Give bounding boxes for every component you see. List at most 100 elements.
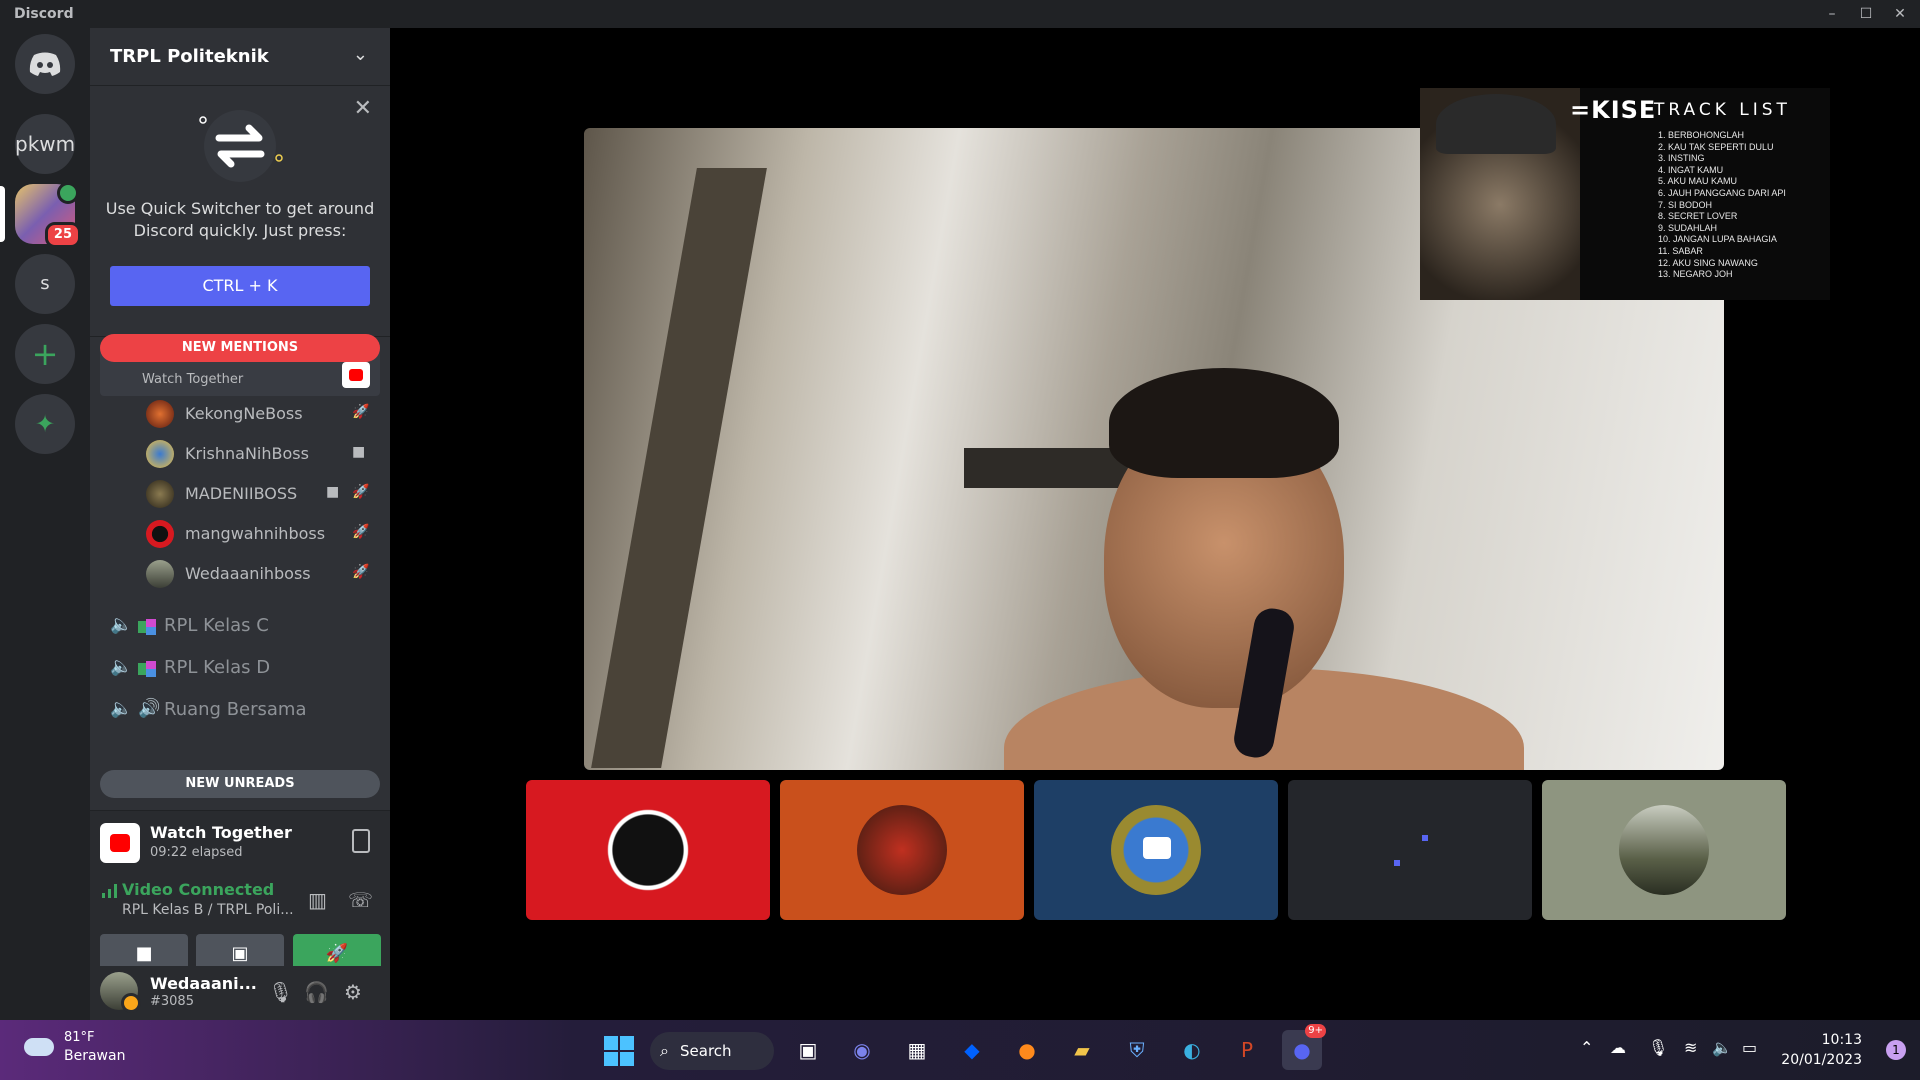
volume-icon[interactable]: 🔈	[1712, 1038, 1732, 1057]
dropbox-icon[interactable]: ◆	[952, 1030, 992, 1070]
voice-user[interactable]: mangwahnihboss 🚀	[130, 518, 380, 550]
youtube-icon	[342, 362, 370, 388]
maximize-button[interactable]: ☐	[1856, 4, 1876, 24]
windows-logo-tile	[620, 1052, 634, 1066]
track-item: 10. JANGAN LUPA BAHAGIA	[1658, 234, 1777, 245]
teams-chat-icon[interactable]: ◉	[842, 1030, 882, 1070]
voice-user[interactable]: Wedaaanihboss 🚀	[130, 558, 380, 590]
weather-condition: Berawan	[64, 1048, 126, 1064]
start-button[interactable]	[604, 1036, 634, 1066]
activity-elapsed: 09:22 elapsed	[150, 845, 243, 860]
voice-location[interactable]: RPL Kelas B / TRPL Poli...	[122, 902, 294, 918]
background-stair	[591, 168, 767, 768]
camera-avatar	[1111, 805, 1201, 895]
participant-tile[interactable]	[1542, 780, 1786, 920]
task-view-icon[interactable]: ▣	[788, 1030, 828, 1070]
minimize-button[interactable]: –	[1822, 4, 1842, 24]
title-bar: Discord – ☐ ✕	[0, 0, 1920, 28]
my-username[interactable]: Wedaaani...	[150, 974, 257, 993]
channel-name: RPL Kelas C	[164, 615, 269, 636]
file-explorer-icon[interactable]: ▰	[1062, 1030, 1102, 1070]
track-item: 13. NEGARO JOH	[1658, 269, 1733, 280]
track-item: 6. JAUH PANGGANG DARI API	[1658, 187, 1786, 198]
battery-icon[interactable]: ▭	[1742, 1038, 1757, 1057]
voice-user[interactable]: KrishnaNihBoss ■	[130, 438, 380, 470]
youtube-icon	[100, 823, 140, 863]
voice-channel[interactable]: 🔈 🔊 Ruang Bersama	[100, 692, 380, 728]
new-mentions-pill[interactable]: NEW MENTIONS	[100, 334, 380, 362]
discord-taskbar-icon[interactable]: ● 9+	[1282, 1024, 1326, 1070]
app-title: Discord	[14, 6, 74, 22]
participant-tile[interactable]	[1288, 780, 1532, 920]
close-window-button[interactable]: ✕	[1890, 4, 1910, 24]
quick-switcher-card: ✕ Use Quick Switcher to get around Disco…	[90, 86, 390, 326]
speaker-icon: 🔈	[110, 698, 133, 719]
defender-icon[interactable]: ⛨	[1117, 1030, 1157, 1070]
store-icon[interactable]: ▦	[897, 1030, 937, 1070]
disconnect-icon[interactable]: ☏	[348, 888, 373, 912]
windows-taskbar: 81°F Berawan ⌕ Search ▣ ◉ ▦ ◆ ● ▰ ⛨ ◐ P …	[0, 1020, 1920, 1080]
powerpoint-icon[interactable]: P	[1227, 1030, 1267, 1070]
onedrive-icon[interactable]: ☁	[1610, 1038, 1626, 1057]
voice-user[interactable]: MADENIIBOSS ■ 🚀	[130, 478, 380, 510]
gear-icon[interactable]: ⚙	[344, 980, 362, 1004]
voice-channel[interactable]: 🔈 RPL Kelas D	[100, 650, 380, 686]
explore-servers-button[interactable]: ✦	[15, 394, 75, 454]
clock-date: 20/01/2023	[1781, 1052, 1862, 1068]
leave-activity-icon[interactable]	[352, 829, 370, 853]
taskbar-search[interactable]: ⌕ Search	[650, 1032, 774, 1070]
voice-status-panel: Video Connected RPL Kelas B / TRPL Poli.…	[90, 872, 390, 974]
participant-tile[interactable]	[780, 780, 1024, 920]
camera-icon	[1143, 837, 1171, 859]
firefox-icon[interactable]: ●	[1007, 1030, 1047, 1070]
server-trpl[interactable]: 25	[15, 182, 81, 248]
add-server-button[interactable]: +	[15, 324, 75, 384]
bull-avatar	[603, 805, 693, 895]
microphone-icon[interactable]: 🎙	[268, 980, 293, 1004]
camera-icon: ■	[326, 484, 340, 500]
temperature: 81°F	[64, 1030, 95, 1045]
activity-panel: Watch Together 09:22 elapsed	[90, 810, 390, 872]
avatar[interactable]	[100, 972, 141, 1013]
new-unreads-pill[interactable]: NEW UNREADS	[100, 770, 380, 798]
user-name: KrishnaNihBoss	[185, 444, 309, 463]
channel-name: Ruang Bersama	[164, 699, 307, 720]
speaker-emoji-icon: 🔊	[138, 698, 161, 719]
speaker-icon: 🔈	[110, 614, 133, 635]
hat-shape	[1436, 94, 1556, 154]
quick-switcher-shortcut-button[interactable]: CTRL + K	[110, 266, 370, 306]
close-icon[interactable]: ✕	[354, 96, 372, 121]
avatar	[146, 520, 174, 548]
server-pkwm[interactable]: pkwm	[15, 114, 75, 174]
loading-icon	[1394, 860, 1400, 866]
discord-home-button[interactable]	[15, 34, 75, 94]
noise-suppression-icon[interactable]: ▥	[308, 888, 327, 912]
voice-user[interactable]: KekongNeBoss 🚀	[130, 398, 380, 430]
system-clock[interactable]: 10:13 20/01/2023	[1781, 1030, 1862, 1070]
channel-flag-icon	[138, 619, 156, 635]
notification-badge[interactable]: 1	[1886, 1040, 1906, 1060]
chevron-down-icon: ⌄	[352, 44, 368, 65]
search-icon: ⌕	[660, 1041, 669, 1060]
avatar	[146, 480, 174, 508]
headphones-icon[interactable]: 🎧	[304, 980, 329, 1004]
server-header[interactable]: TRPL Politeknik ⌄	[90, 28, 390, 86]
chevron-up-icon[interactable]: ⌃	[1580, 1038, 1593, 1057]
voice-status[interactable]: Video Connected	[122, 880, 274, 899]
server-s[interactable]: s	[15, 254, 75, 314]
participant-tile[interactable]	[1034, 780, 1278, 920]
voice-channel[interactable]: 🔈 RPL Kelas C	[100, 608, 380, 644]
rocket-icon: 🚀	[352, 404, 370, 420]
participant-tile[interactable]	[526, 780, 770, 920]
server-name: TRPL Politeknik	[110, 46, 269, 67]
user-name: MADENIIBOSS	[185, 484, 298, 503]
user-panel: Wedaaani... #3085 🎙 🎧 ⚙	[90, 966, 390, 1020]
channel-activity-subtitle: Watch Together	[142, 372, 244, 387]
track-item: 12. AKU SING NAWANG	[1658, 257, 1758, 268]
track-item: 8. SECRET LOVER	[1658, 211, 1738, 222]
edge-icon[interactable]: ◐	[1172, 1030, 1212, 1070]
wifi-icon[interactable]: ≋	[1684, 1038, 1697, 1057]
server-rail: pkwm 25 s + ✦	[0, 28, 90, 1020]
album-overlay: =KISE TRACK LIST 1. BERBOHONGLAH 2. KAU …	[1420, 88, 1830, 300]
microphone-icon[interactable]: 🎙	[1648, 1038, 1668, 1057]
